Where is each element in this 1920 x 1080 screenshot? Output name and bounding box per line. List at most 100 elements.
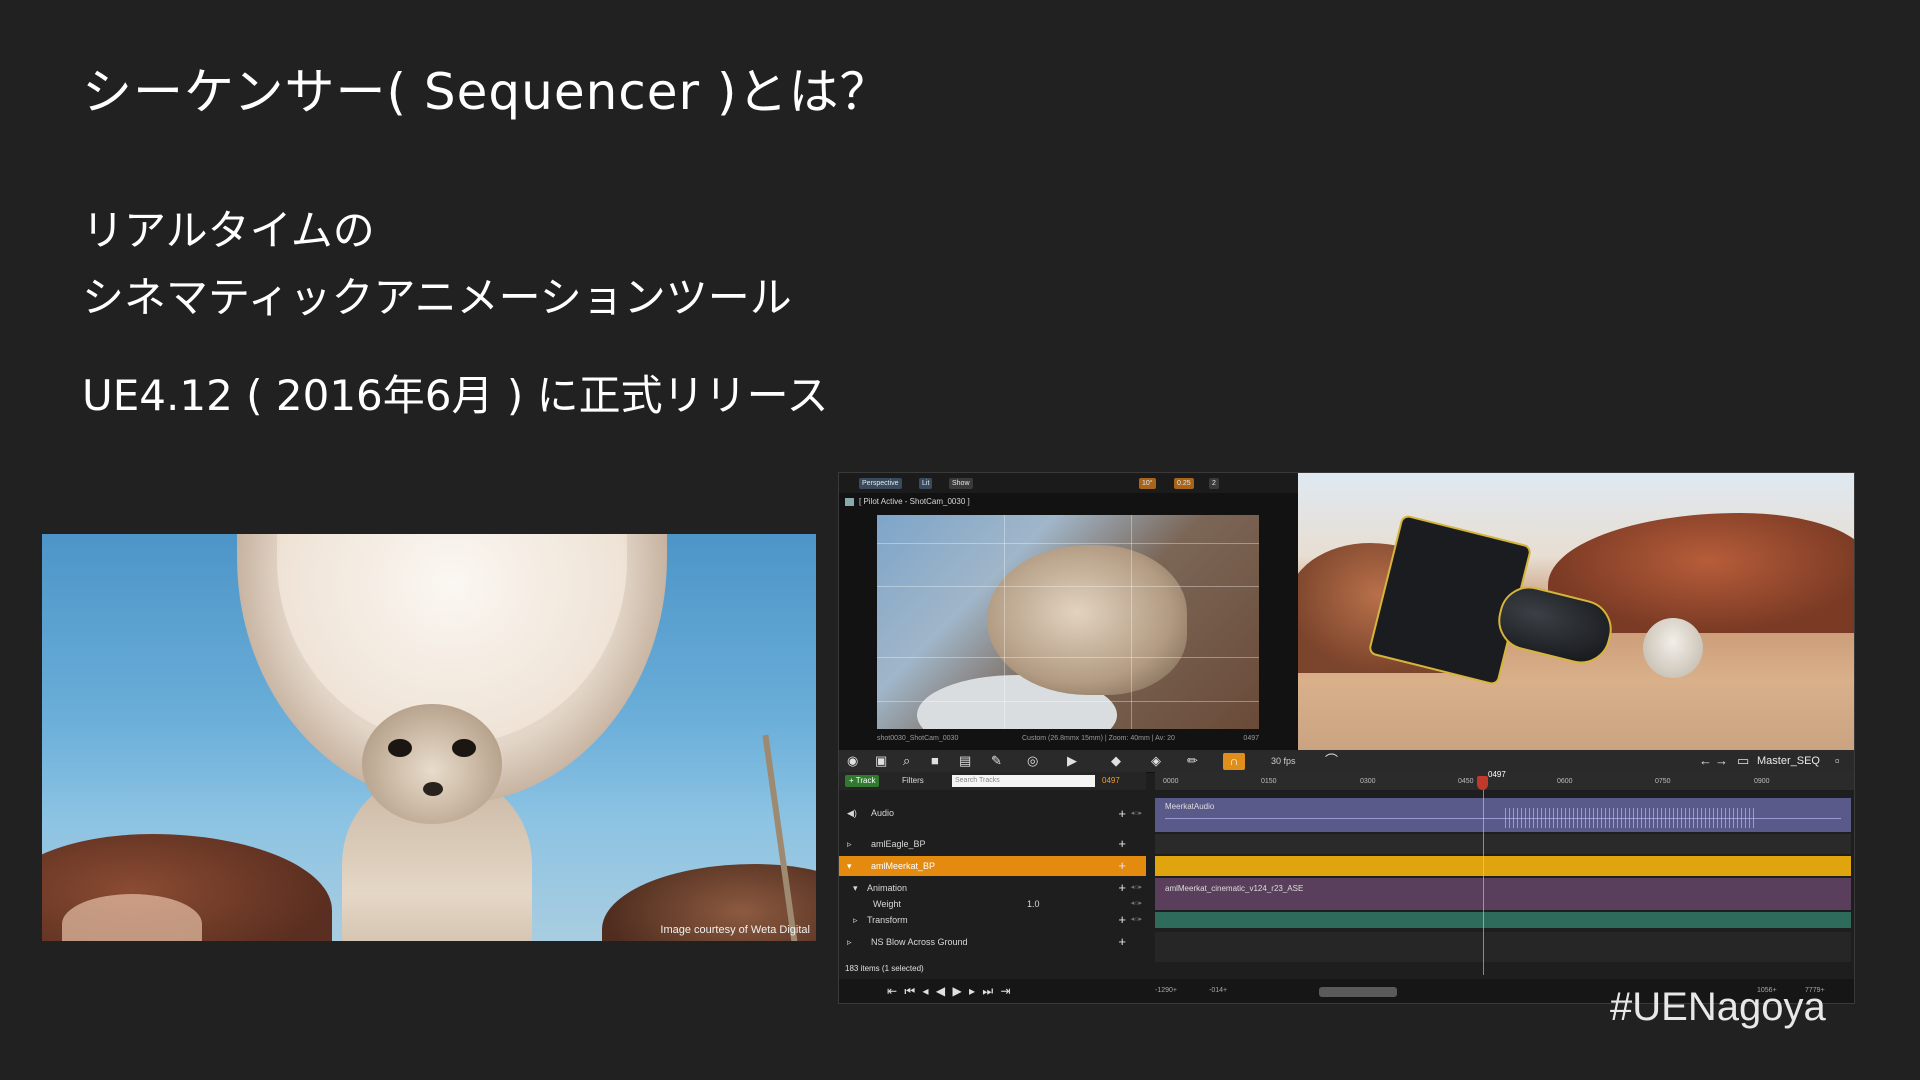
- add-icon[interactable]: +: [1118, 934, 1126, 949]
- audio-waveform: [1505, 808, 1755, 828]
- current-frame[interactable]: 0497: [1102, 776, 1120, 785]
- key-nav-icon[interactable]: ◂○▸: [1131, 915, 1142, 923]
- track-transform[interactable]: ▹ Transform + ◂○▸: [839, 910, 1146, 930]
- back-arrow-icon[interactable]: ←: [1699, 754, 1712, 768]
- camera-icon[interactable]: ■: [931, 754, 939, 768]
- animation-lane[interactable]: amlMeerkat_cinematic_v124_r23_ASE: [1155, 878, 1851, 910]
- expand-icon[interactable]: ▹: [847, 937, 852, 948]
- items-count: 183 items (1 selected): [845, 964, 924, 973]
- track-audio[interactable]: ◀) Audio + ◂○▸: [839, 796, 1146, 830]
- hashtag: #UENagoya: [1610, 985, 1826, 1029]
- in-frame[interactable]: -014+: [1209, 987, 1227, 994]
- camera-frame: 0497: [1243, 735, 1259, 742]
- grid-line: [1131, 515, 1132, 729]
- sequence-name[interactable]: Master_SEQ: [1757, 755, 1820, 767]
- meerkat: [987, 545, 1187, 695]
- fps-selector[interactable]: 30 fps: [1271, 756, 1296, 766]
- lock-icon[interactable]: ▫: [1835, 754, 1840, 768]
- subtitle-line-1: リアルタイムの: [82, 206, 375, 255]
- track-filter-bar: + Track Filters Search Tracks 0497: [839, 772, 1146, 790]
- meerkat-nose: [423, 782, 443, 796]
- camera-icon: [845, 498, 854, 506]
- clip-label: MeerkatAudio: [1165, 802, 1215, 811]
- camera-view: [877, 515, 1259, 729]
- transform-lane[interactable]: [1155, 912, 1851, 928]
- world-icon[interactable]: ◉: [847, 754, 858, 768]
- search-icon[interactable]: ⌕: [903, 754, 910, 768]
- collapse-icon[interactable]: ▾: [853, 883, 858, 894]
- forward-arrow-icon[interactable]: →: [1715, 754, 1728, 768]
- track-eagle[interactable]: ▹ amlEagle_BP +: [839, 834, 1146, 854]
- expand-icon[interactable]: ▹: [847, 839, 852, 850]
- track-label: amlEagle_BP: [871, 839, 926, 849]
- speed-chip[interactable]: 0.25: [1174, 478, 1194, 489]
- folder-icon[interactable]: ▭: [1737, 754, 1749, 768]
- meerkat-eye: [452, 739, 476, 757]
- camera-viewport: Perspective Lit Show 10° 0.25 2 [ Pilot …: [839, 473, 1298, 750]
- camera-speed-chip[interactable]: 2: [1209, 478, 1219, 489]
- release-line: UE4.12 ( 2016年6月 ) に正式リリース: [82, 371, 829, 420]
- key-icon[interactable]: ◆: [1111, 754, 1121, 768]
- timeline-scrollbar[interactable]: [1319, 987, 1397, 997]
- add-track-button[interactable]: + Track: [845, 775, 880, 787]
- slide-title: シーケンサー( Sequencer )とは？: [82, 63, 891, 121]
- clip-label: amlMeerkat_cinematic_v124_r23_ASE: [1165, 884, 1304, 893]
- speaker-icon: ◀): [847, 808, 857, 818]
- snap-magnet-icon[interactable]: ∩: [1223, 753, 1245, 770]
- pilot-label: [ Pilot Active - ShotCam_0030 ]: [859, 497, 970, 506]
- camera-name: shot0030_ShotCam_0030: [877, 735, 959, 742]
- ruler-tick: 0750: [1655, 778, 1671, 785]
- grid-line: [877, 543, 1259, 544]
- key-nav-icon[interactable]: ◂○▸: [1131, 899, 1142, 907]
- show-chip[interactable]: Show: [949, 478, 973, 489]
- perspective-viewport: [1298, 473, 1854, 750]
- save-icon[interactable]: ▣: [875, 754, 887, 768]
- ruler-tick: 0900: [1754, 778, 1770, 785]
- track-label: Animation: [867, 883, 908, 893]
- collapse-icon[interactable]: ▾: [847, 861, 852, 872]
- perspective-chip[interactable]: Perspective: [859, 478, 902, 489]
- add-icon[interactable]: +: [1118, 880, 1126, 895]
- clapper-icon[interactable]: ▤: [959, 754, 971, 768]
- image-credit: Image courtesy of Weta Digital: [660, 924, 810, 936]
- add-icon[interactable]: +: [1118, 912, 1126, 927]
- ruler-tick: 0000: [1163, 778, 1179, 785]
- transport-controls[interactable]: ⇤ ⏮ ◂ ◀ ▶ ▸ ⏭ ⇥: [887, 984, 1013, 999]
- playhead-frame: 0497: [1488, 770, 1506, 779]
- track-ns-blow[interactable]: ▹ NS Blow Across Ground +: [839, 932, 1146, 952]
- eagle-lane[interactable]: [1155, 834, 1851, 854]
- subtitle-line-2: シネマティックアニメーションツール: [82, 273, 792, 322]
- add-icon[interactable]: +: [1118, 836, 1126, 851]
- diamond-icon[interactable]: ◈: [1151, 754, 1161, 768]
- angle-chip[interactable]: 10°: [1139, 478, 1156, 489]
- play-options-icon[interactable]: ▶: [1067, 754, 1077, 768]
- camera-info: shot0030_ShotCam_0030 Custom (26.8mmx 15…: [877, 735, 1259, 742]
- search-tracks-input[interactable]: Search Tracks: [952, 775, 1095, 787]
- key-nav-icon[interactable]: ◂○▸: [1131, 883, 1142, 891]
- meerkat-lane[interactable]: [1155, 856, 1851, 876]
- curve-editor-icon[interactable]: ⌒: [1325, 754, 1338, 768]
- eagle-chick: [1643, 618, 1703, 678]
- track-label: Transform: [867, 915, 908, 925]
- start-frame[interactable]: -1290+: [1155, 987, 1177, 994]
- ruler-tick: 0150: [1261, 778, 1277, 785]
- tools-icon[interactable]: ✎: [991, 754, 1002, 768]
- ruler-tick: 0450: [1458, 778, 1474, 785]
- add-icon[interactable]: +: [1118, 858, 1126, 873]
- pencil-icon[interactable]: ✏: [1187, 754, 1198, 768]
- expand-icon[interactable]: ▹: [853, 915, 858, 926]
- audio-lane[interactable]: MeerkatAudio: [1155, 798, 1851, 832]
- sequencer-toolbar: ◉ ▣ ⌕ ■ ▤ ✎ ◎ ▶ ◆ ◈ ✏ ∩ 30 fps ⌒ ← → ▭ M…: [839, 750, 1854, 773]
- grid-line: [1004, 515, 1005, 729]
- weight-value[interactable]: 1.0: [1027, 899, 1040, 909]
- lit-chip[interactable]: Lit: [919, 478, 933, 489]
- eye-icon[interactable]: ◎: [1027, 754, 1038, 768]
- playhead-handle[interactable]: [1477, 776, 1488, 790]
- key-nav-icon[interactable]: ◂○▸: [1131, 809, 1142, 817]
- lens-info: Custom (26.8mmx 15mm) | Zoom: 40mm | Av:…: [1022, 735, 1175, 742]
- add-icon[interactable]: +: [1118, 806, 1126, 821]
- filters-button[interactable]: Filters: [902, 776, 924, 785]
- track-meerkat[interactable]: ▾ amlMeerkat_BP +: [839, 856, 1146, 876]
- ns-lane[interactable]: [1155, 932, 1851, 962]
- meerkat-photo: Image courtesy of Weta Digital: [42, 534, 816, 941]
